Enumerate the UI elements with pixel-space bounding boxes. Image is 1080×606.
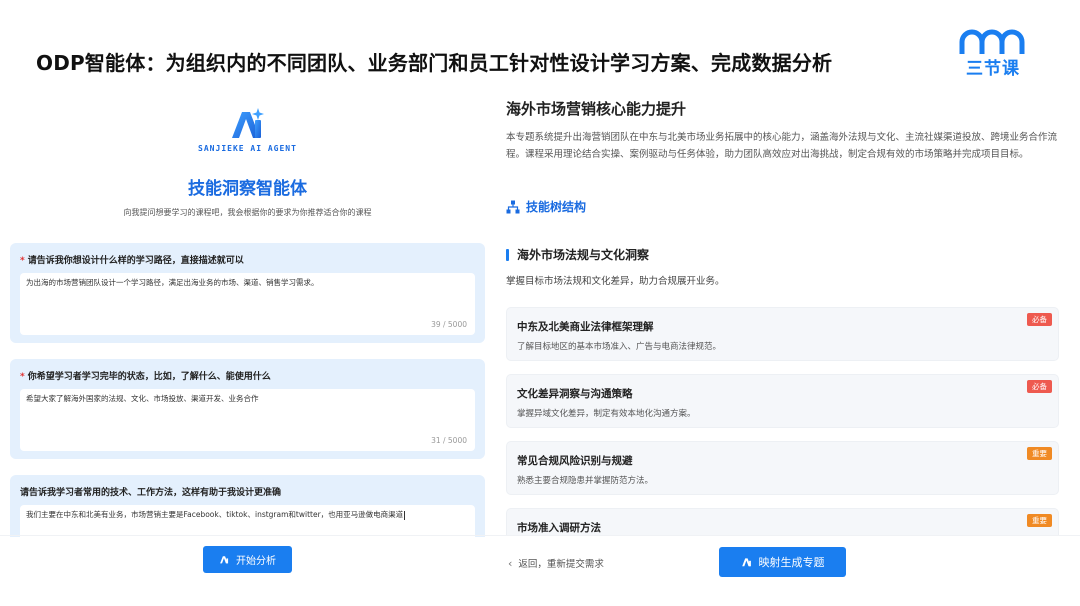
- text-caret: [404, 510, 406, 520]
- priority-tag: 必备: [1027, 380, 1052, 393]
- section-title: 海外市场法规与文化洞察: [506, 246, 649, 263]
- question-text: 请告诉我你想设计什么样的学习路径，直接描述就可以: [27, 256, 244, 266]
- required-mark: *: [20, 256, 25, 266]
- page-headline: ODP智能体：为组织内的不同团队、业务部门和员工针对性设计学习方案、完成数据分析: [36, 51, 833, 75]
- course-card-1[interactable]: 中东及北美商业法律框架理解 了解目标地区的基本市场准入、广告与电商法律规范。 必…: [506, 307, 1059, 361]
- answer-textarea[interactable]: 为出海的市场营销团队设计一个学习路径，满足出海业务的市场、渠道、销售学习需求。 …: [20, 273, 475, 335]
- agent-ai-icon: [232, 108, 264, 138]
- agent-subtitle: SANJIEKE AI AGENT: [198, 144, 297, 153]
- button-label: 开始分析: [236, 556, 276, 567]
- button-label: 映射生成专题: [758, 556, 825, 569]
- required-mark: *: [20, 372, 25, 382]
- question-card-1: * 请告诉我你想设计什么样的学习路径，直接描述就可以 为出海的市场营销团队设计一个…: [10, 243, 485, 343]
- answer-textarea[interactable]: 我们主要在中东和北美有业务，市场营销主要是Facebook、tiktok、ins…: [20, 505, 475, 537]
- answer-text: 我们主要在中东和北美有业务，市场营销主要是Facebook、tiktok、ins…: [26, 510, 406, 520]
- question-label: * 你希望学习者学习完毕的状态，比如，了解什么、能使用什么: [20, 369, 475, 385]
- course-title: 市场准入调研方法: [517, 522, 601, 534]
- tree-structure-icon: [506, 200, 520, 213]
- priority-tag: 重要: [1027, 514, 1052, 527]
- topic-title: 海外市场营销核心能力提升: [506, 100, 687, 118]
- priority-tag: 必备: [1027, 313, 1052, 326]
- skill-tree-label: 技能树结构: [526, 200, 587, 214]
- course-desc: 熟悉主要合规隐患并掌握防范方法。: [517, 476, 654, 486]
- question-text: 你希望学习者学习完毕的状态，比如，了解什么、能使用什么: [27, 372, 271, 382]
- course-desc: 掌握异域文化差异，制定有效本地化沟通方案。: [517, 409, 696, 419]
- generate-topic-button[interactable]: 映射生成专题: [719, 547, 846, 577]
- answer-text: 希望大家了解海外国家的法规、文化、市场投放、渠道开发、业务合作: [26, 394, 259, 403]
- back-label: 返回，重新提交需求: [518, 559, 604, 570]
- question-card-2: * 你希望学习者学习完毕的状态，比如，了解什么、能使用什么 希望大家了解海外国家的…: [10, 359, 485, 459]
- question-label: * 请告诉我你想设计什么样的学习路径，直接描述就可以: [20, 253, 475, 269]
- course-title: 文化差异洞察与沟通策略: [517, 388, 633, 400]
- course-title: 中东及北美商业法律框架理解: [517, 321, 654, 333]
- course-desc: 了解目标地区的基本市场准入、广告与电商法律规范。: [517, 342, 722, 352]
- ai-icon: [741, 558, 751, 567]
- course-card-2[interactable]: 文化差异洞察与沟通策略 掌握异域文化差异，制定有效本地化沟通方案。 必备: [506, 374, 1059, 428]
- question-label: 请告诉我学习者常用的技术、工作方法，这样有助于我设计更准确: [20, 485, 475, 501]
- answer-text: 为出海的市场营销团队设计一个学习路径，满足出海业务的市场、渠道、销售学习需求。: [26, 278, 319, 287]
- topic-description: 本专题系统提升出海营销团队在中东与北美市场业务拓展中的核心能力，涵盖海外法规与文…: [506, 132, 1058, 160]
- section-title-text: 海外市场法规与文化洞察: [517, 248, 650, 262]
- agent-form-panel: SANJIEKE AI AGENT 技能洞察智能体 向我提问想要学习的课程吧，我…: [10, 92, 485, 537]
- agent-title: 技能洞察智能体: [188, 179, 307, 199]
- brand-name: 三节课: [966, 59, 1020, 79]
- brand-mark-icon: [959, 29, 1025, 54]
- course-card-4[interactable]: 市场准入调研方法 重要: [506, 508, 1059, 535]
- footer-divider: [0, 535, 1080, 536]
- question-text: 请告诉我学习者常用的技术、工作方法，这样有助于我设计更准确: [20, 488, 282, 498]
- priority-tag: 重要: [1027, 447, 1052, 460]
- start-analysis-button[interactable]: 开始分析: [203, 546, 292, 573]
- section-accent-bar: [506, 248, 509, 261]
- chevron-left-icon: ‹: [508, 556, 513, 570]
- skill-tree-link[interactable]: 技能树结构: [506, 198, 586, 215]
- back-resubmit-link[interactable]: ‹ 返回，重新提交需求: [508, 556, 604, 571]
- char-count: 31 / 5000: [431, 436, 467, 445]
- agent-description: 向我提问想要学习的课程吧，我会根据你的要求为你推荐适合你的课程: [123, 208, 372, 217]
- brand-logo: 三节课: [958, 28, 1028, 79]
- course-card-3[interactable]: 常见合规风险识别与规避 熟悉主要合规隐患并掌握防范方法。 重要: [506, 441, 1059, 495]
- course-title: 常见合规风险识别与规避: [517, 455, 633, 467]
- question-card-3: 请告诉我学习者常用的技术、工作方法，这样有助于我设计更准确 我们主要在中东和北美…: [10, 475, 485, 537]
- answer-textarea[interactable]: 希望大家了解海外国家的法规、文化、市场投放、渠道开发、业务合作 31 / 500…: [20, 389, 475, 451]
- char-count: 39 / 5000: [431, 320, 467, 329]
- agent-logo: [228, 106, 268, 142]
- ai-icon: [220, 556, 229, 564]
- section-description: 掌握目标市场法规和文化差异，助力合规展开业务。: [506, 276, 725, 287]
